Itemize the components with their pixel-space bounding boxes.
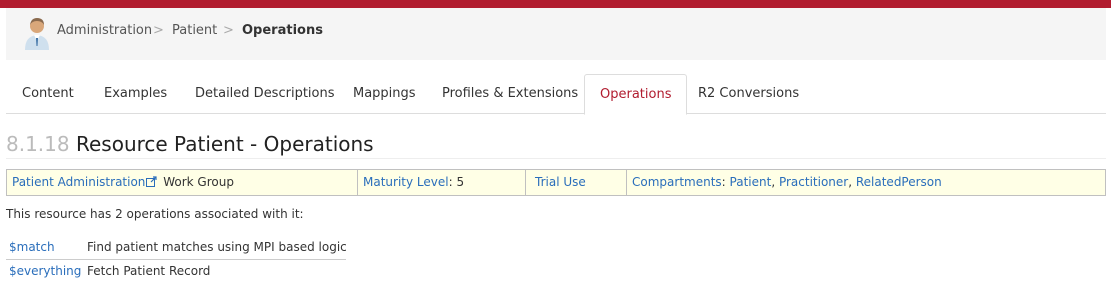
compartment-practitioner-link[interactable]: Practitioner: [779, 175, 848, 189]
compartments-link[interactable]: Compartments: [632, 175, 722, 189]
standards-status-link[interactable]: Trial Use: [531, 175, 586, 189]
workgroup-suffix: Work Group: [163, 175, 234, 189]
tab-profiles-extensions[interactable]: Profiles & Extensions: [442, 74, 578, 114]
operation-link[interactable]: $match: [9, 240, 55, 254]
maturity-value: : 5: [448, 175, 465, 189]
tab-detailed-descriptions[interactable]: Detailed Descriptions: [195, 74, 335, 114]
operations-table: $match Find patient matches using MPI ba…: [6, 236, 347, 282]
table-row: $match Find patient matches using MPI ba…: [6, 236, 347, 260]
tab-mappings[interactable]: Mappings: [353, 74, 416, 114]
breadcrumb: Administration > Patient > Operations: [6, 8, 1106, 60]
maturity-link[interactable]: Maturity Level: [363, 175, 449, 189]
workgroup-link[interactable]: Patient Administration: [12, 175, 145, 189]
tab-content[interactable]: Content: [22, 74, 74, 114]
tab-operations[interactable]: Operations: [584, 74, 688, 115]
section-number: 8.1.18: [6, 132, 70, 156]
breadcrumb-separator: >: [223, 23, 234, 38]
resource-info-bar: Patient Administration Work Group Maturi…: [6, 169, 1106, 196]
top-brand-bar: [0, 0, 1111, 8]
compartments-cell: Compartments: Patient, Practitioner, Rel…: [632, 175, 942, 189]
workgroup-cell: Patient Administration Work Group: [7, 170, 358, 195]
compartment-patient-link[interactable]: Patient: [730, 175, 772, 189]
page-title: 8.1.18 Resource Patient - Operations: [6, 131, 374, 157]
maturity-cell: Maturity Level: 5: [358, 170, 526, 195]
operations-intro-text: This resource has 2 operations associate…: [6, 207, 304, 221]
breadcrumb-current: Operations: [242, 23, 323, 38]
tab-r2-conversions[interactable]: R2 Conversions: [698, 74, 799, 114]
operation-description: Fetch Patient Record: [87, 264, 211, 278]
breadcrumb-patient[interactable]: Patient: [172, 23, 217, 39]
operation-description: Find patient matches using MPI based log…: [87, 240, 347, 254]
page-title-text: Resource Patient - Operations: [75, 132, 374, 156]
operation-link[interactable]: $everything: [9, 264, 81, 278]
breadcrumb-administration[interactable]: Administration: [57, 23, 152, 39]
external-link-icon: [146, 176, 158, 187]
tab-examples[interactable]: Examples: [104, 74, 167, 114]
tab-bar: Content Examples Detailed Descriptions M…: [6, 74, 1106, 115]
breadcrumb-separator: >: [153, 23, 164, 38]
standards-status-cell: Trial Use: [526, 170, 627, 195]
user-avatar-icon[interactable]: [22, 16, 52, 50]
title-divider: [6, 158, 1106, 159]
compartment-relatedperson-link[interactable]: RelatedPerson: [856, 175, 942, 189]
table-row: $everything Fetch Patient Record: [6, 260, 346, 282]
